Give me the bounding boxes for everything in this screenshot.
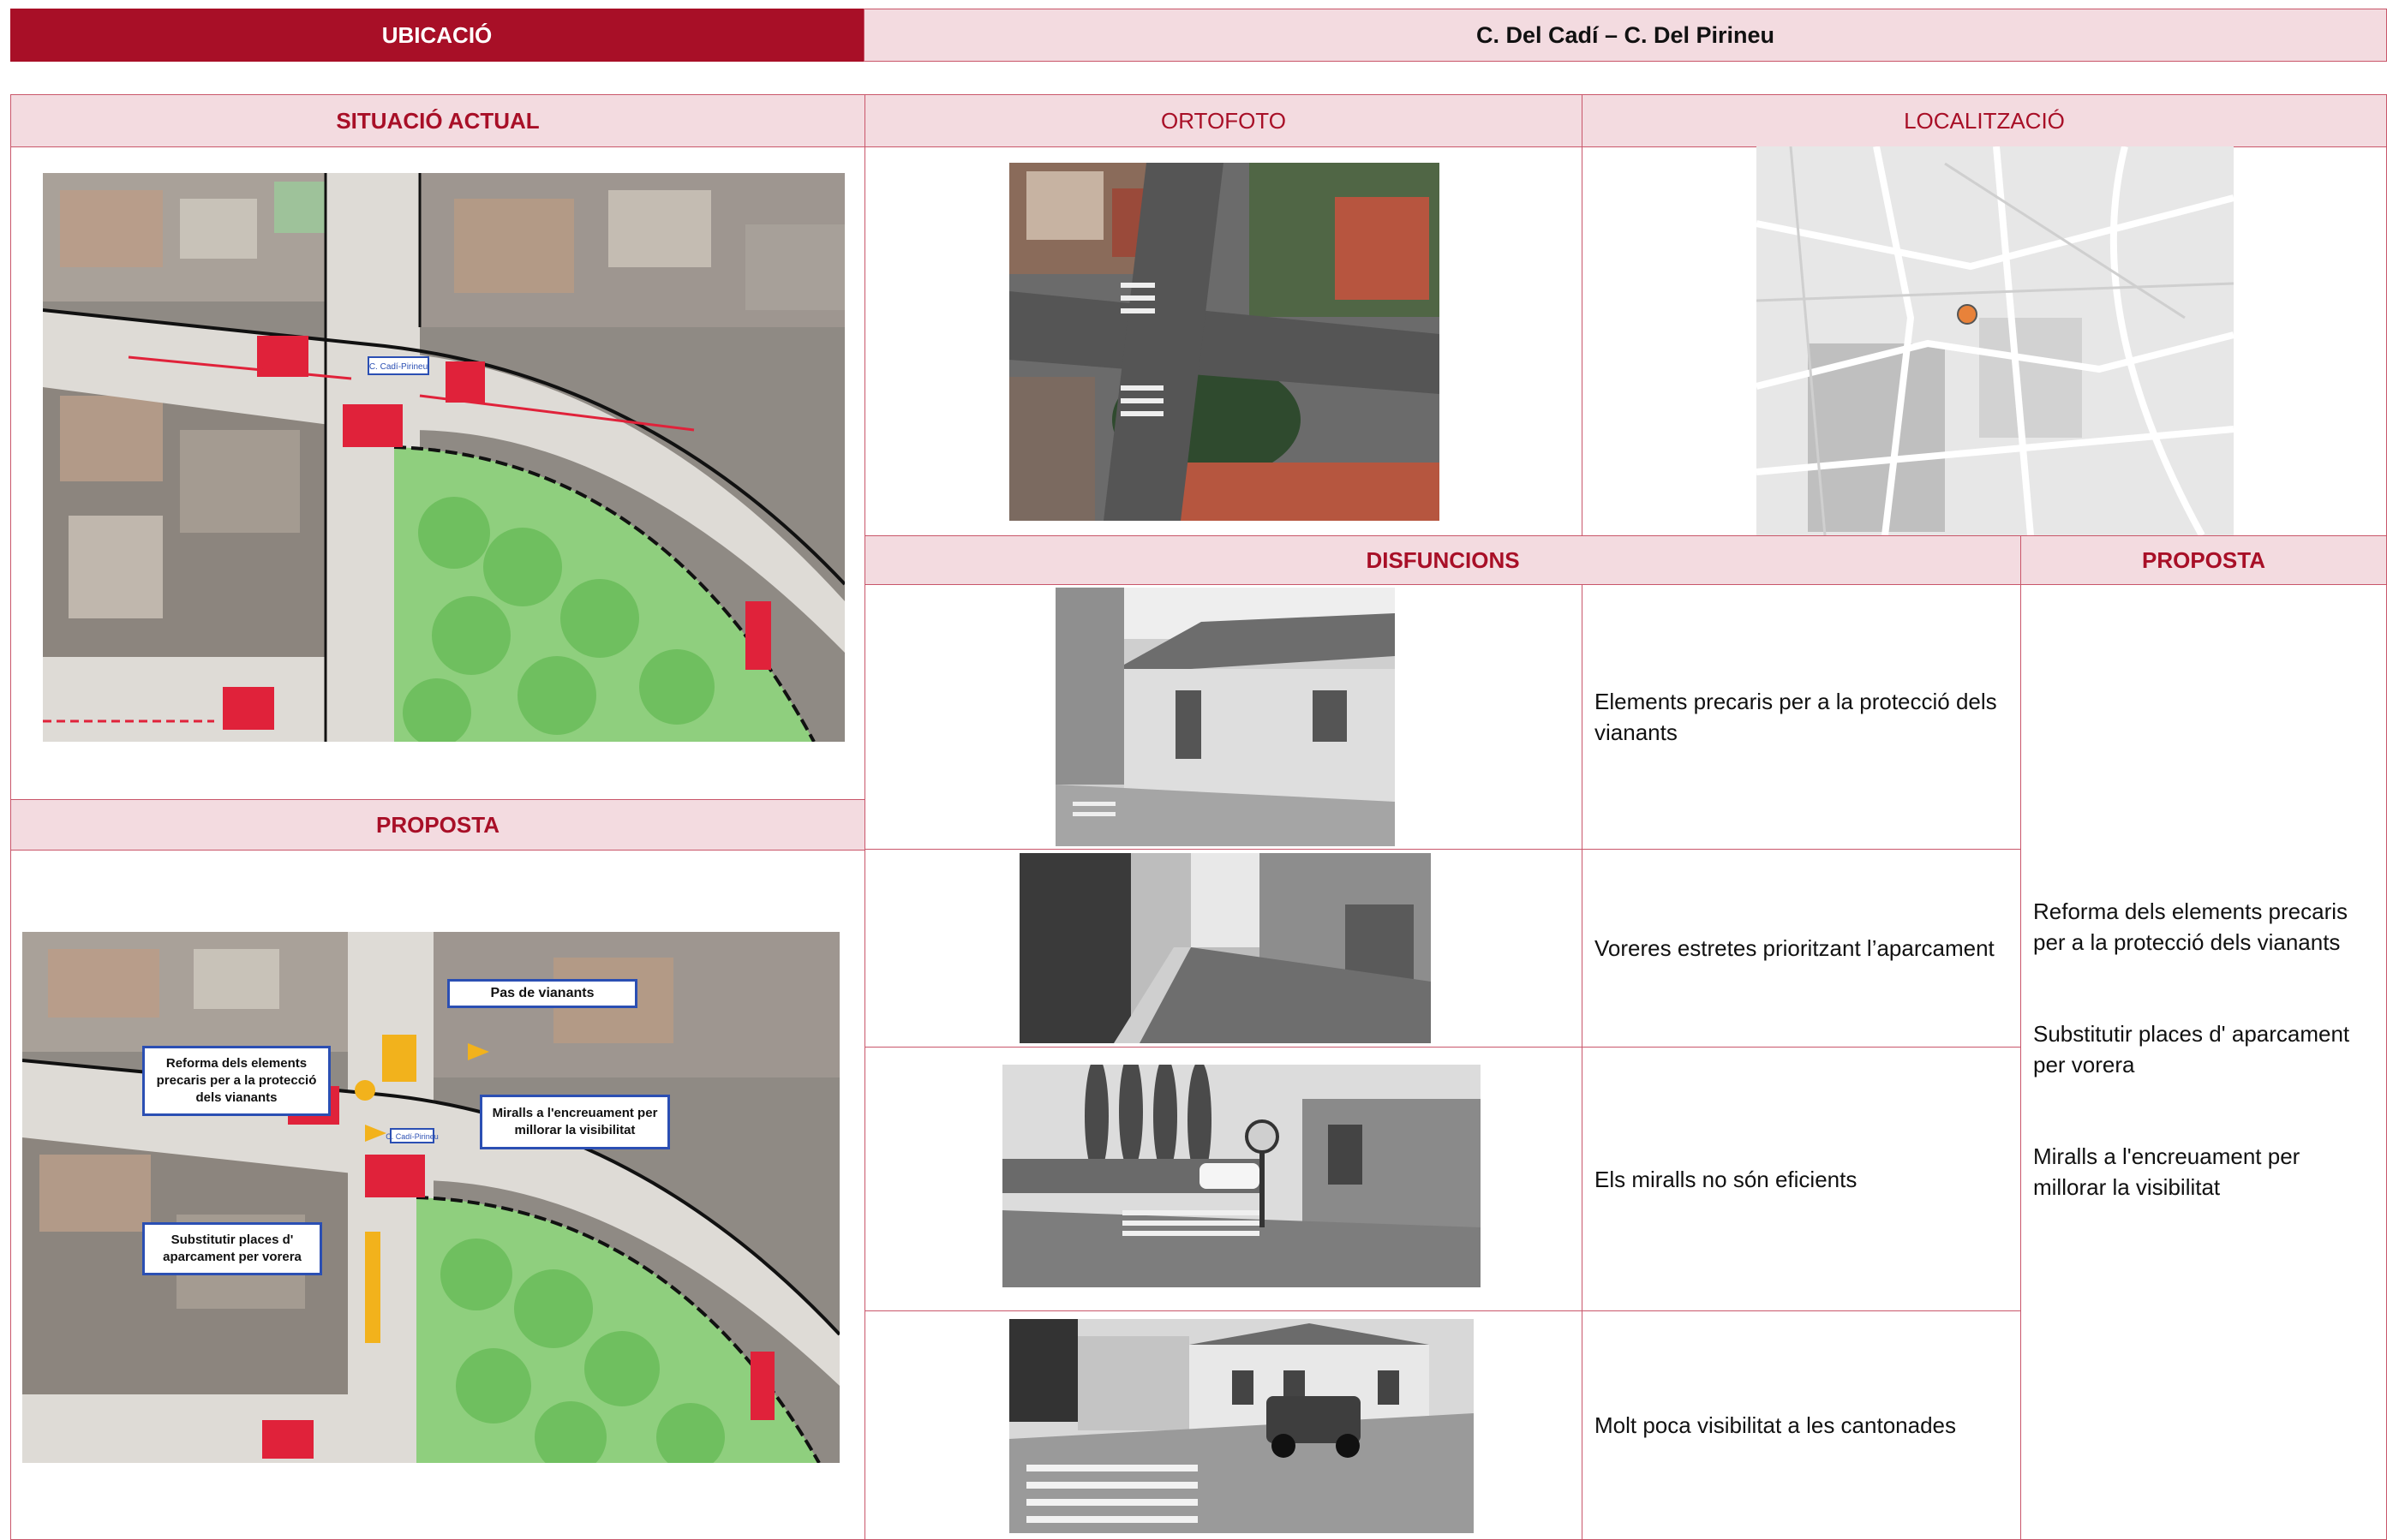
disfuncio-row-4: Molt poca visibilitat a les cantonades [1582, 1310, 2021, 1540]
street-tag-proposta: C. Cadí-Pirineu [386, 1132, 439, 1141]
proposta-item-2: Substitutir places d' aparcament per vor… [2033, 1021, 2350, 1077]
localitzacio-map [1756, 146, 2234, 535]
disfuncio-text-3: Els miralls no són eficients [1594, 1166, 1858, 1192]
situacio-actual-map: C. Cadí-Pirineu [43, 173, 845, 742]
proposta-item-3: Miralls a l'encreuament per millorar la … [2033, 1143, 2300, 1200]
street-tag-actual: C. Cadí-Pirineu [369, 362, 428, 372]
header-proposta-left: PROPOSTA [10, 799, 865, 851]
disfuncio-row-3: Els miralls no són eficients [1582, 1047, 2021, 1311]
disfuncio-photo-3 [1002, 1065, 1481, 1287]
proposta-item-1: Reforma dels elements precaris per a la … [2033, 898, 2348, 955]
disfuncio-row-2: Voreres estretes prioritzant l’aparcamen… [1582, 849, 2021, 1048]
callout-pas-vianants: Pas de vianants [447, 979, 637, 1008]
proposta-map: C. Cadí-Pirineu [22, 932, 840, 1463]
callout-reforma: Reforma dels elements precaris per a la … [142, 1046, 331, 1116]
location-title: C. Del Cadí – C. Del Pirineu [864, 9, 2387, 62]
disfuncio-photo-1 [1056, 588, 1395, 846]
disfuncio-row-1: Elements precaris per a la protecció del… [1582, 584, 2021, 850]
ubicacio-label: UBICACIÓ [10, 9, 864, 62]
disfuncio-text-4: Molt poca visibilitat a les cantonades [1594, 1412, 1957, 1438]
disfuncio-text-1: Elements precaris per a la protecció del… [1594, 689, 1997, 745]
disfuncio-text-2: Voreres estretes prioritzant l’aparcamen… [1594, 935, 1995, 961]
disfuncio-photo-4 [1009, 1319, 1474, 1533]
header-disfuncions: DISFUNCIONS [864, 535, 2021, 585]
header-proposta-right: PROPOSTA [2020, 535, 2387, 585]
header-ortofoto: ORTOFOTO [864, 94, 1582, 147]
disfuncio-photo-2 [1020, 853, 1431, 1043]
callout-substituir: Substitutir places d' aparcament per vor… [142, 1222, 322, 1275]
header-localitzacio: LOCALITZACIÓ [1582, 94, 2387, 147]
ortofoto-image [1009, 163, 1439, 521]
callout-miralls: Miralls a l'encreuament per millorar la … [480, 1095, 670, 1149]
header-situacio-actual: SITUACIÓ ACTUAL [10, 94, 865, 147]
